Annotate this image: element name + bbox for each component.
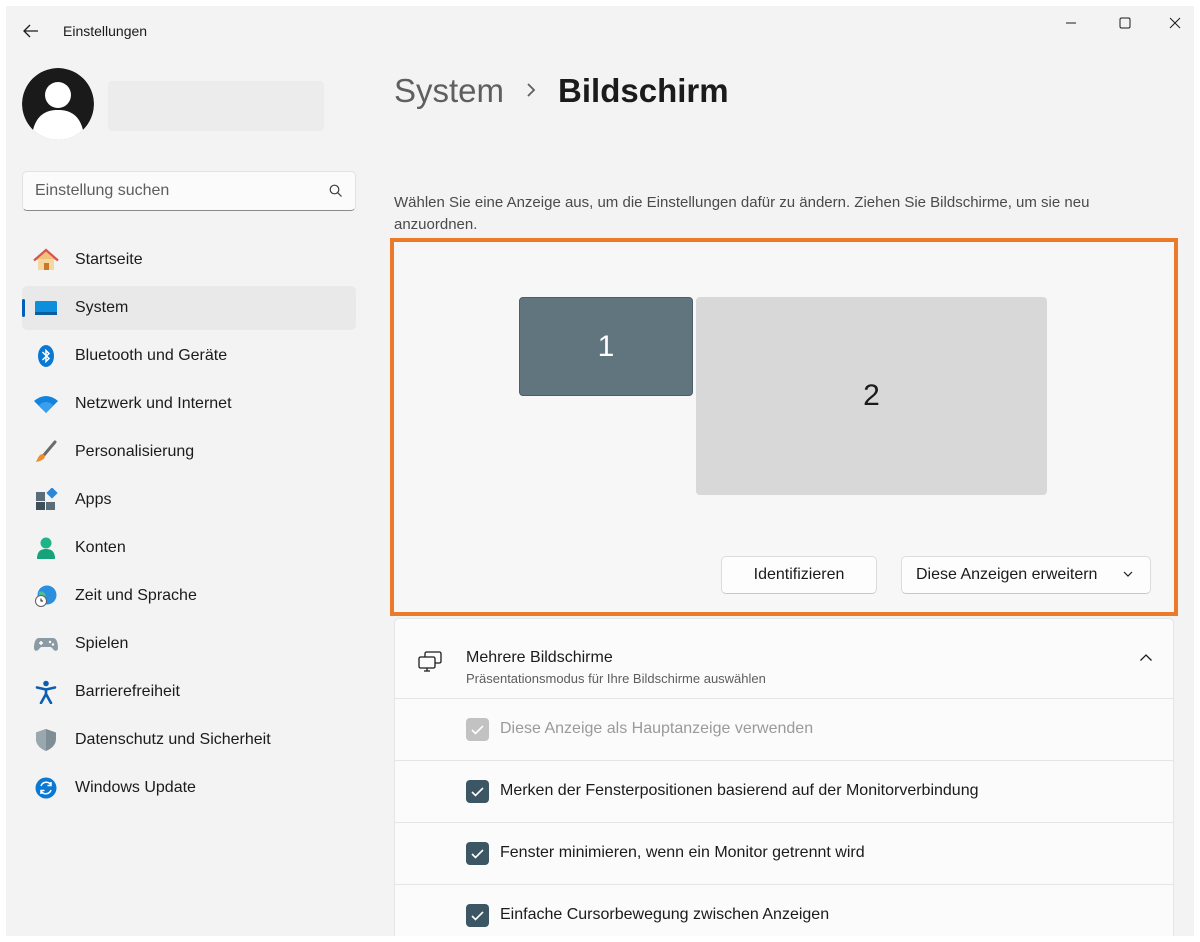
page-title: Bildschirm — [558, 72, 729, 109]
title-bar: Einstellungen — [6, 6, 1194, 54]
account-icon — [32, 536, 60, 560]
easy-cursor-checkbox[interactable] — [466, 904, 489, 927]
user-avatar-icon — [22, 68, 94, 140]
minimize-icon — [1066, 22, 1076, 24]
user-name-placeholder — [108, 81, 324, 131]
sidebar-item-label: Zeit und Sprache — [75, 587, 197, 604]
chevron-right-icon — [526, 78, 536, 104]
option-label: Fenster minimieren, wenn ein Monitor get… — [500, 844, 865, 861]
search-icon — [329, 184, 342, 197]
sidebar-item-apps[interactable]: Apps — [22, 478, 356, 522]
sidebar-item-windows-update[interactable]: Windows Update — [22, 766, 356, 810]
chevron-up-icon — [1140, 654, 1152, 661]
sidebar-item-label: Personalisierung — [75, 443, 195, 460]
wifi-icon — [32, 392, 60, 416]
sidebar-item-label: Bluetooth und Geräte — [75, 347, 228, 364]
multiple-displays-title: Mehrere Bildschirme — [466, 649, 613, 666]
sidebar-item-zeit-sprache[interactable]: Zeit und Sprache — [22, 574, 356, 618]
sidebar-item-label: Apps — [75, 491, 112, 508]
search-box[interactable] — [22, 171, 356, 211]
apps-icon — [32, 488, 60, 512]
chevron-down-icon — [1123, 571, 1133, 577]
sidebar-item-label: Windows Update — [75, 779, 196, 796]
sidebar-nav: Startseite System Bluetooth und Geräte N… — [22, 238, 356, 814]
checkmark-icon — [471, 786, 484, 797]
checkmark-icon — [471, 910, 484, 921]
maximize-button[interactable] — [1098, 8, 1152, 38]
display-arrangement-panel: 1 2 Identifizieren Diese Anzeigen erweit… — [390, 238, 1178, 616]
sidebar-item-label: Netzwerk und Internet — [75, 395, 232, 412]
sidebar-item-personalisierung[interactable]: Personalisierung — [22, 430, 356, 474]
option-row-remember-positions: Merken der Fensterpositionen basierend a… — [395, 761, 1173, 823]
checkmark-icon — [471, 724, 484, 735]
maximize-icon — [1119, 17, 1131, 29]
monitor-2[interactable]: 2 — [696, 297, 1047, 495]
multiple-displays-card: Mehrere Bildschirme Präsentationsmodus f… — [394, 618, 1174, 936]
accessibility-icon — [32, 680, 60, 704]
sidebar-item-netzwerk[interactable]: Netzwerk und Internet — [22, 382, 356, 426]
sidebar-item-bluetooth[interactable]: Bluetooth und Geräte — [22, 334, 356, 378]
option-label: Merken der Fensterpositionen basierend a… — [500, 782, 979, 799]
sidebar-item-label: System — [75, 299, 129, 316]
minimize-windows-checkbox[interactable] — [466, 842, 489, 865]
update-icon — [32, 776, 60, 800]
sidebar-item-konten[interactable]: Konten — [22, 526, 356, 570]
option-label: Diese Anzeige als Hauptanzeige verwenden — [500, 720, 814, 737]
monitor-1[interactable]: 1 — [519, 297, 693, 396]
option-row-main-display: Diese Anzeige als Hauptanzeige verwenden — [395, 699, 1173, 761]
settings-window: Einstellungen Startseite — [6, 6, 1194, 936]
checkmark-icon — [471, 848, 484, 859]
multiple-displays-subtitle: Präsentationsmodus für Ihre Bildschirme … — [466, 671, 766, 686]
main-display-checkbox — [466, 718, 489, 741]
back-arrow-icon — [23, 24, 38, 38]
brush-icon — [32, 440, 60, 464]
bluetooth-icon — [32, 344, 60, 368]
option-row-easy-cursor: Einfache Cursorbewegung zwischen Anzeige… — [395, 885, 1173, 936]
shield-icon — [32, 728, 60, 752]
close-icon — [1169, 17, 1181, 29]
sidebar-item-system[interactable]: System — [22, 286, 356, 330]
back-button[interactable] — [20, 20, 42, 42]
close-button[interactable] — [1148, 8, 1194, 38]
gamepad-icon — [32, 632, 60, 656]
sidebar-item-label: Spielen — [75, 635, 129, 652]
display-mode-dropdown[interactable]: Diese Anzeigen erweitern — [901, 556, 1151, 594]
globe-clock-icon — [32, 584, 60, 608]
sidebar-item-datenschutz[interactable]: Datenschutz und Sicherheit — [22, 718, 356, 762]
home-icon — [32, 248, 60, 272]
system-icon — [32, 296, 60, 320]
minimize-button[interactable] — [1044, 8, 1098, 38]
breadcrumb: System Bildschirm — [394, 72, 729, 110]
multiple-displays-header[interactable]: Mehrere Bildschirme Präsentationsmodus f… — [395, 619, 1173, 699]
breadcrumb-parent-system[interactable]: System — [394, 72, 504, 110]
remember-positions-checkbox[interactable] — [466, 780, 489, 803]
option-row-minimize-windows: Fenster minimieren, wenn ein Monitor get… — [395, 823, 1173, 885]
identify-button[interactable]: Identifizieren — [721, 556, 877, 594]
sidebar-item-label: Konten — [75, 539, 126, 556]
sidebar-item-barrierefreiheit[interactable]: Barrierefreiheit — [22, 670, 356, 714]
sidebar-item-startseite[interactable]: Startseite — [22, 238, 356, 282]
app-title: Einstellungen — [63, 23, 148, 39]
multiple-monitors-icon — [418, 651, 442, 672]
option-label: Einfache Cursorbewegung zwischen Anzeige… — [500, 906, 830, 923]
sidebar-item-label: Barrierefreiheit — [75, 683, 180, 700]
search-input[interactable] — [35, 182, 329, 200]
sidebar-item-label: Startseite — [75, 251, 143, 268]
display-intro-text: Wählen Sie eine Anzeige aus, um die Eins… — [394, 194, 1090, 233]
sidebar-item-spielen[interactable]: Spielen — [22, 622, 356, 666]
display-mode-label: Diese Anzeigen erweitern — [916, 566, 1098, 583]
sidebar-item-label: Datenschutz und Sicherheit — [75, 731, 271, 748]
avatar[interactable] — [22, 68, 94, 140]
